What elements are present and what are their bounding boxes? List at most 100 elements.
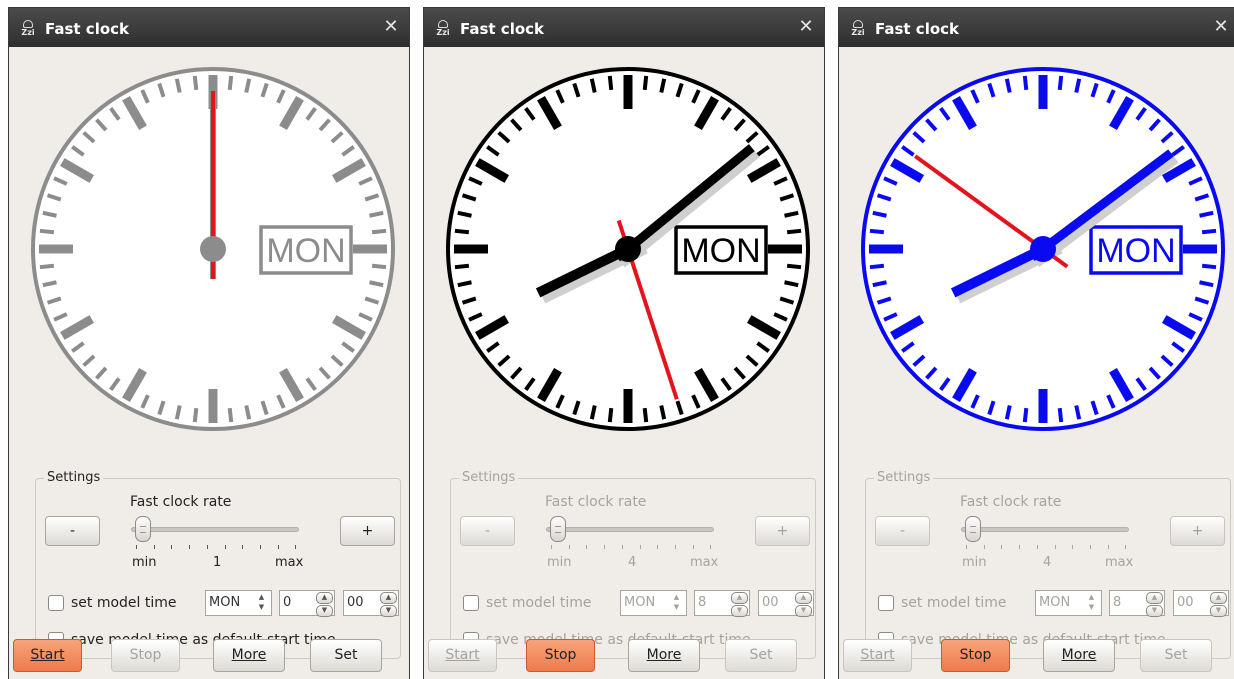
minute-spinbox-value: 00 [762,595,779,610]
fast-clock-window: Zzi Fast clock ✕ MON Settings Fast clock… [423,7,825,679]
minute-mark [1201,228,1217,235]
day-select[interactable]: MON ▲ ▼ [1035,590,1102,616]
minute-spinbox[interactable]: 00 ▲ ▼ [758,590,814,617]
minute-mark [786,263,802,270]
rate-decrease-button[interactable]: - [460,516,515,546]
slider-tick [242,545,244,549]
rate-increase-button[interactable]: + [755,516,810,546]
set-button-label: Set [334,647,358,663]
hour-stepper-icon[interactable]: ▲ ▼ [1146,592,1163,617]
up-down-arrows-icon[interactable]: ▲ ▼ [253,592,270,614]
minute-mark [369,210,384,218]
start-button[interactable]: Start [428,639,497,672]
rate-increase-button[interactable]: + [1170,516,1225,546]
hour-stepper-icon[interactable]: ▲ ▼ [731,592,748,617]
minute-mark [371,228,387,235]
minute-mark [786,228,802,235]
set-button[interactable]: Set [725,639,797,672]
fast-clock-rate-label: Fast clock rate [545,494,647,510]
close-icon[interactable]: ✕ [797,17,815,37]
stop-button[interactable]: Stop [111,639,180,672]
rate-slider-track[interactable] [546,527,714,532]
minute-mark [174,78,182,93]
set-model-time-label: set model time [71,595,177,611]
more-button[interactable]: More [1043,639,1115,672]
rate-increase-button[interactable]: + [340,516,395,546]
minute-mark [784,210,799,218]
minute-spinbox[interactable]: 00 ▲ ▼ [343,590,399,617]
fast-clock-window: Zzi Fast clock ✕ MON Settings Fast clock… [838,7,1234,679]
minute-mark [659,405,667,420]
minute-mark [869,228,885,235]
minute-stepper-icon[interactable]: ▲ ▼ [380,592,397,617]
start-button[interactable]: Start [13,639,82,672]
minute-stepper-icon[interactable]: ▲ ▼ [1210,592,1227,617]
set-button[interactable]: Set [310,639,382,672]
slider-tick [1019,545,1021,549]
minute-mark [642,75,649,91]
minute-mark [1199,280,1214,288]
close-icon[interactable]: ✕ [382,17,400,37]
hour-spinbox[interactable]: 0 ▲ ▼ [279,590,335,617]
stop-button[interactable]: Stop [941,639,1010,672]
rate-decrease-button[interactable]: - [875,516,930,546]
set-model-time-checkbox[interactable] [463,595,479,611]
up-down-arrows-icon[interactable]: ▲ ▼ [668,592,685,614]
slider-tick [604,545,606,549]
title-bar[interactable]: Zzi Fast clock ✕ [839,8,1234,47]
minute-mark [192,75,199,91]
rate-min-label: min [962,555,987,570]
minute-spinbox-value: 00 [1177,595,1194,610]
minute-mark [1074,78,1082,93]
hour-spinbox[interactable]: 8 ▲ ▼ [1109,590,1165,617]
rate-slider-handle[interactable] [550,516,567,542]
minute-mark [457,280,472,288]
day-select[interactable]: MON ▲ ▼ [205,590,272,616]
minute-spinbox[interactable]: 00 ▲ ▼ [1173,590,1229,617]
clock-hub [200,236,226,262]
settings-legend: Settings [459,470,519,485]
stop-button-label: Stop [129,647,162,663]
minute-mark [192,407,199,423]
title-bar[interactable]: Zzi Fast clock ✕ [9,8,409,47]
hour-spinbox[interactable]: 8 ▲ ▼ [694,590,750,617]
settings-group: Settings Fast clock rate - + min 4 max s… [865,470,1231,659]
rate-slider-track[interactable] [131,527,299,532]
more-button[interactable]: More [628,639,700,672]
analog-clock: MON [31,67,395,431]
day-display: MON [1089,225,1183,275]
rate-value-label: 4 [628,555,637,570]
day-display: MON [259,225,353,275]
rate-decrease-button[interactable]: - [45,516,100,546]
day-select[interactable]: MON ▲ ▼ [620,590,687,616]
close-icon[interactable]: ✕ [1212,17,1230,37]
more-button[interactable]: More [213,639,285,672]
analog-clock: MON [446,67,810,431]
slider-tick [639,545,641,549]
day-select-value: MON [209,595,241,610]
minute-stepper-icon[interactable]: ▲ ▼ [795,592,812,617]
minute-mark [42,210,57,218]
settings-group: Settings Fast clock rate - + min 1 max s… [35,470,401,659]
day-select-value: MON [1039,595,1071,610]
fast-clock-rate-label: Fast clock rate [130,494,232,510]
up-down-arrows-icon[interactable]: ▲ ▼ [1083,592,1100,614]
minute-mark [174,405,182,420]
stop-button[interactable]: Stop [526,639,595,672]
set-model-time-checkbox[interactable] [878,595,894,611]
rate-slider-handle[interactable] [135,516,152,542]
settings-legend: Settings [874,470,934,485]
slider-tick [153,545,155,549]
minute-mark [39,263,55,270]
set-model-time-checkbox[interactable] [48,595,64,611]
set-button[interactable]: Set [1140,639,1212,672]
minute-mark [1022,407,1029,423]
rate-slider-handle[interactable] [965,516,982,542]
slider-tick [657,545,659,549]
minute-mark [454,228,470,235]
hour-stepper-icon[interactable]: ▲ ▼ [316,592,333,617]
start-button[interactable]: Start [843,639,912,672]
day-label: MON [681,232,760,270]
title-bar[interactable]: Zzi Fast clock ✕ [424,8,824,47]
rate-slider-track[interactable] [961,527,1129,532]
